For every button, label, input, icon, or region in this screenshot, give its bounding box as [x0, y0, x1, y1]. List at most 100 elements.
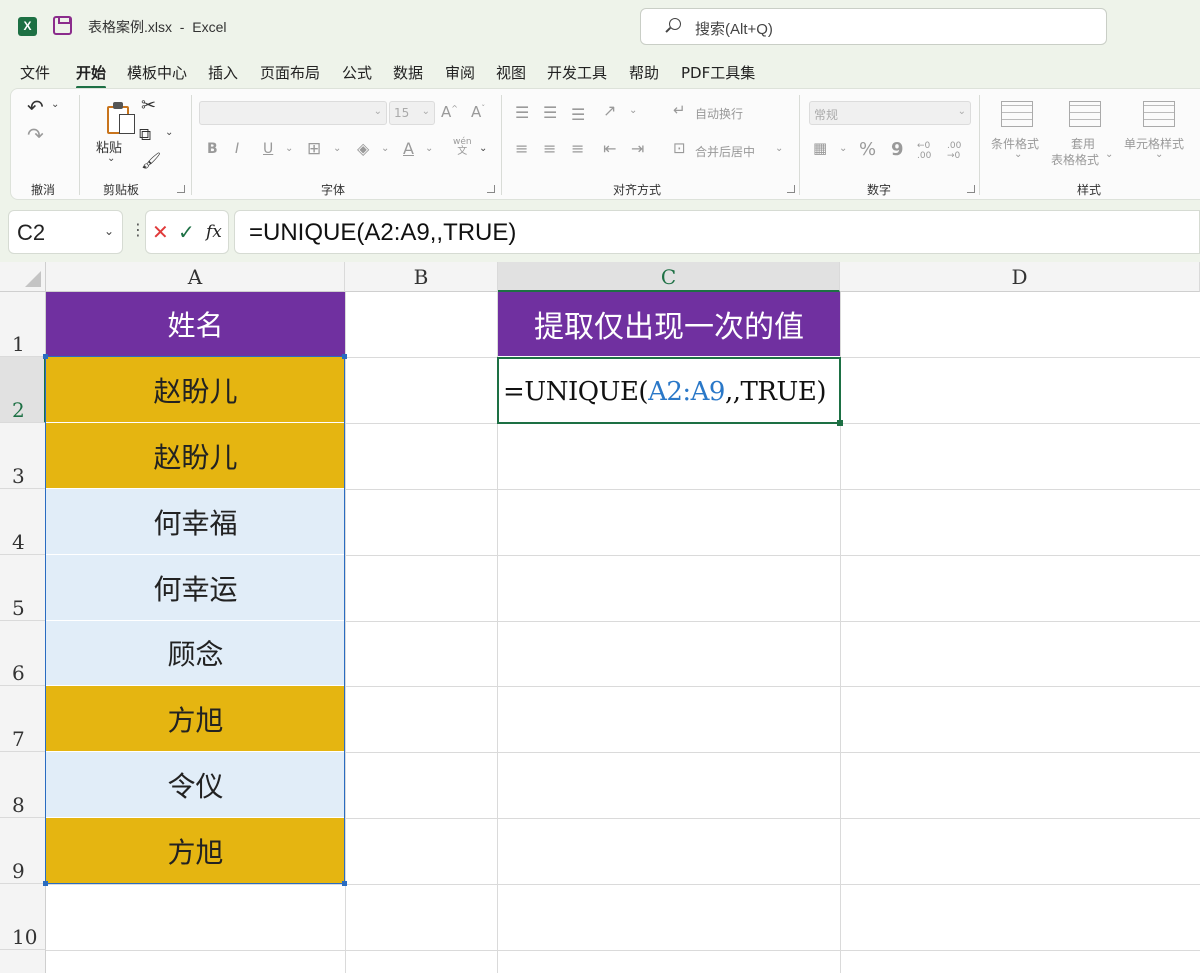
undo-icon[interactable]: ↶ — [27, 95, 44, 119]
phonetic-dropdown-icon[interactable]: ⌄ — [479, 143, 487, 154]
save-icon[interactable] — [53, 16, 72, 35]
search-box[interactable]: 搜索(Alt+Q) — [640, 8, 1107, 45]
decrease-decimal-button[interactable]: .00 →0 — [947, 141, 969, 161]
align-left-icon[interactable]: ≡ — [515, 139, 528, 158]
formula-input[interactable]: =UNIQUE(A2:A9,,TRUE) — [234, 210, 1200, 254]
row-header-5[interactable]: 5 — [0, 555, 46, 621]
wrap-text-icon[interactable]: ↵ — [673, 101, 686, 119]
formula-bar-grip-icon[interactable]: ⋮ — [130, 220, 146, 239]
row-header-11[interactable] — [0, 950, 46, 973]
row-header-10[interactable]: 10 — [0, 884, 46, 950]
number-launcher-icon[interactable] — [967, 185, 975, 193]
format-as-table-label-2[interactable]: 表格格式 — [1051, 151, 1099, 168]
insert-function-icon[interactable]: fx — [206, 222, 222, 242]
cell-styles-dropdown-icon[interactable]: ⌄ — [1155, 149, 1163, 160]
copy-dropdown-icon[interactable]: ⌄ — [165, 127, 173, 138]
decrease-font-icon[interactable]: Aˇ — [471, 103, 485, 121]
font-color-dropdown-icon[interactable]: ⌄ — [425, 143, 433, 154]
cell-styles-icon[interactable] — [1143, 101, 1175, 127]
cell-a3[interactable]: 赵盼儿 — [46, 423, 345, 489]
underline-button[interactable]: U — [263, 141, 273, 157]
accounting-format-icon[interactable]: ▦ — [813, 139, 827, 157]
tab-review[interactable]: 审阅 — [445, 62, 475, 83]
name-box[interactable]: C2 ⌄ — [8, 210, 123, 254]
tab-data[interactable]: 数据 — [393, 62, 423, 83]
tab-developer[interactable]: 开发工具 — [547, 62, 607, 83]
clipboard-launcher-icon[interactable] — [177, 185, 185, 193]
accounting-dropdown-icon[interactable]: ⌄ — [839, 143, 847, 154]
cell-a2[interactable]: 赵盼儿 — [46, 357, 345, 423]
cut-icon[interactable]: ✂ — [141, 95, 156, 116]
number-format-combo[interactable]: 常规 ⌄ — [809, 101, 971, 125]
format-as-table-label-1[interactable]: 套用 — [1071, 135, 1095, 152]
column-header-b[interactable]: B — [345, 262, 498, 292]
cell-a4[interactable]: 何幸福 — [46, 489, 345, 555]
cell-a5[interactable]: 何幸运 — [46, 555, 345, 621]
tab-pdf-tools[interactable]: PDF工具集 — [681, 62, 755, 83]
align-bottom-icon[interactable]: ☰ — [571, 105, 585, 124]
merge-center-button[interactable]: 合并后居中 — [695, 143, 755, 160]
conditional-format-dropdown-icon[interactable]: ⌄ — [1014, 149, 1022, 160]
column-header-a[interactable]: A — [46, 262, 345, 292]
row-header-7[interactable]: 7 — [0, 686, 46, 752]
tab-view[interactable]: 视图 — [496, 62, 526, 83]
paste-icon[interactable] — [107, 102, 137, 134]
range-handle[interactable] — [43, 354, 48, 359]
font-size-combo[interactable]: 15 ⌄ — [389, 101, 435, 125]
cell-c2-editing[interactable]: =UNIQUE(A2:A9,,TRUE) — [497, 357, 843, 426]
underline-dropdown-icon[interactable]: ⌄ — [285, 143, 293, 154]
row-header-4[interactable]: 4 — [0, 489, 46, 555]
format-painter-icon[interactable]: 🖌 — [141, 151, 161, 170]
format-as-table-icon[interactable] — [1069, 101, 1101, 127]
phonetic-icon[interactable]: wén 文 — [453, 137, 472, 157]
tab-home[interactable]: 开始 — [76, 62, 107, 89]
increase-decimal-button[interactable]: ←0 .00 — [917, 141, 939, 161]
font-launcher-icon[interactable] — [487, 185, 495, 193]
increase-indent-icon[interactable]: ⇥ — [631, 139, 644, 158]
cell-a9[interactable]: 方旭 — [46, 818, 345, 884]
fill-color-icon[interactable]: ◈ — [357, 139, 369, 158]
select-all-button[interactable] — [0, 262, 46, 292]
alignment-launcher-icon[interactable] — [787, 185, 795, 193]
column-header-c[interactable]: C — [498, 262, 840, 292]
align-center-icon[interactable]: ≡ — [543, 139, 556, 158]
orientation-icon[interactable]: ↗ — [603, 101, 616, 120]
increase-font-icon[interactable]: A^ — [441, 103, 458, 121]
font-name-combo[interactable]: ⌄ — [199, 101, 387, 125]
tab-help[interactable]: 帮助 — [629, 62, 659, 83]
fill-handle[interactable] — [837, 420, 843, 426]
decrease-indent-icon[interactable]: ⇤ — [603, 139, 616, 158]
italic-button[interactable]: I — [235, 141, 239, 157]
merge-center-icon[interactable]: ⊡ — [673, 139, 686, 157]
orientation-dropdown-icon[interactable]: ⌄ — [629, 105, 637, 116]
merge-dropdown-icon[interactable]: ⌄ — [775, 143, 783, 154]
cell-a1[interactable]: 姓名 — [46, 292, 345, 357]
align-right-icon[interactable]: ≡ — [571, 139, 584, 158]
borders-icon[interactable]: ⊞ — [307, 139, 321, 159]
percent-style-button[interactable]: % — [859, 139, 876, 160]
column-header-d[interactable]: D — [840, 262, 1200, 292]
row-header-9[interactable]: 9 — [0, 818, 46, 884]
align-middle-icon[interactable]: ☰ — [543, 103, 557, 122]
borders-dropdown-icon[interactable]: ⌄ — [333, 143, 341, 154]
cancel-icon[interactable]: ✕ — [152, 220, 169, 244]
row-header-6[interactable]: 6 — [0, 621, 46, 686]
paste-dropdown-icon[interactable]: ⌄ — [107, 153, 115, 164]
align-top-icon[interactable]: ☰ — [515, 103, 529, 122]
format-as-table-dropdown-icon[interactable]: ⌄ — [1105, 149, 1113, 160]
row-header-3[interactable]: 3 — [0, 423, 46, 489]
cell-a7[interactable]: 方旭 — [46, 686, 345, 752]
conditional-format-icon[interactable] — [1001, 101, 1033, 127]
bold-button[interactable]: B — [207, 141, 218, 157]
fill-color-dropdown-icon[interactable]: ⌄ — [381, 143, 389, 154]
comma-style-button[interactable]: 9 — [891, 139, 904, 160]
tab-formulas[interactable]: 公式 — [342, 62, 372, 83]
copy-icon[interactable]: ⧉ — [139, 125, 151, 145]
cell-a8[interactable]: 令仪 — [46, 752, 345, 818]
enter-icon[interactable]: ✓ — [178, 220, 195, 244]
row-header-8[interactable]: 8 — [0, 752, 46, 818]
range-handle[interactable] — [43, 881, 48, 886]
row-header-1[interactable]: 1 — [0, 292, 46, 357]
cell-styles-button[interactable]: 单元格样式 — [1124, 135, 1184, 152]
tab-page-layout[interactable]: 页面布局 — [260, 62, 320, 83]
